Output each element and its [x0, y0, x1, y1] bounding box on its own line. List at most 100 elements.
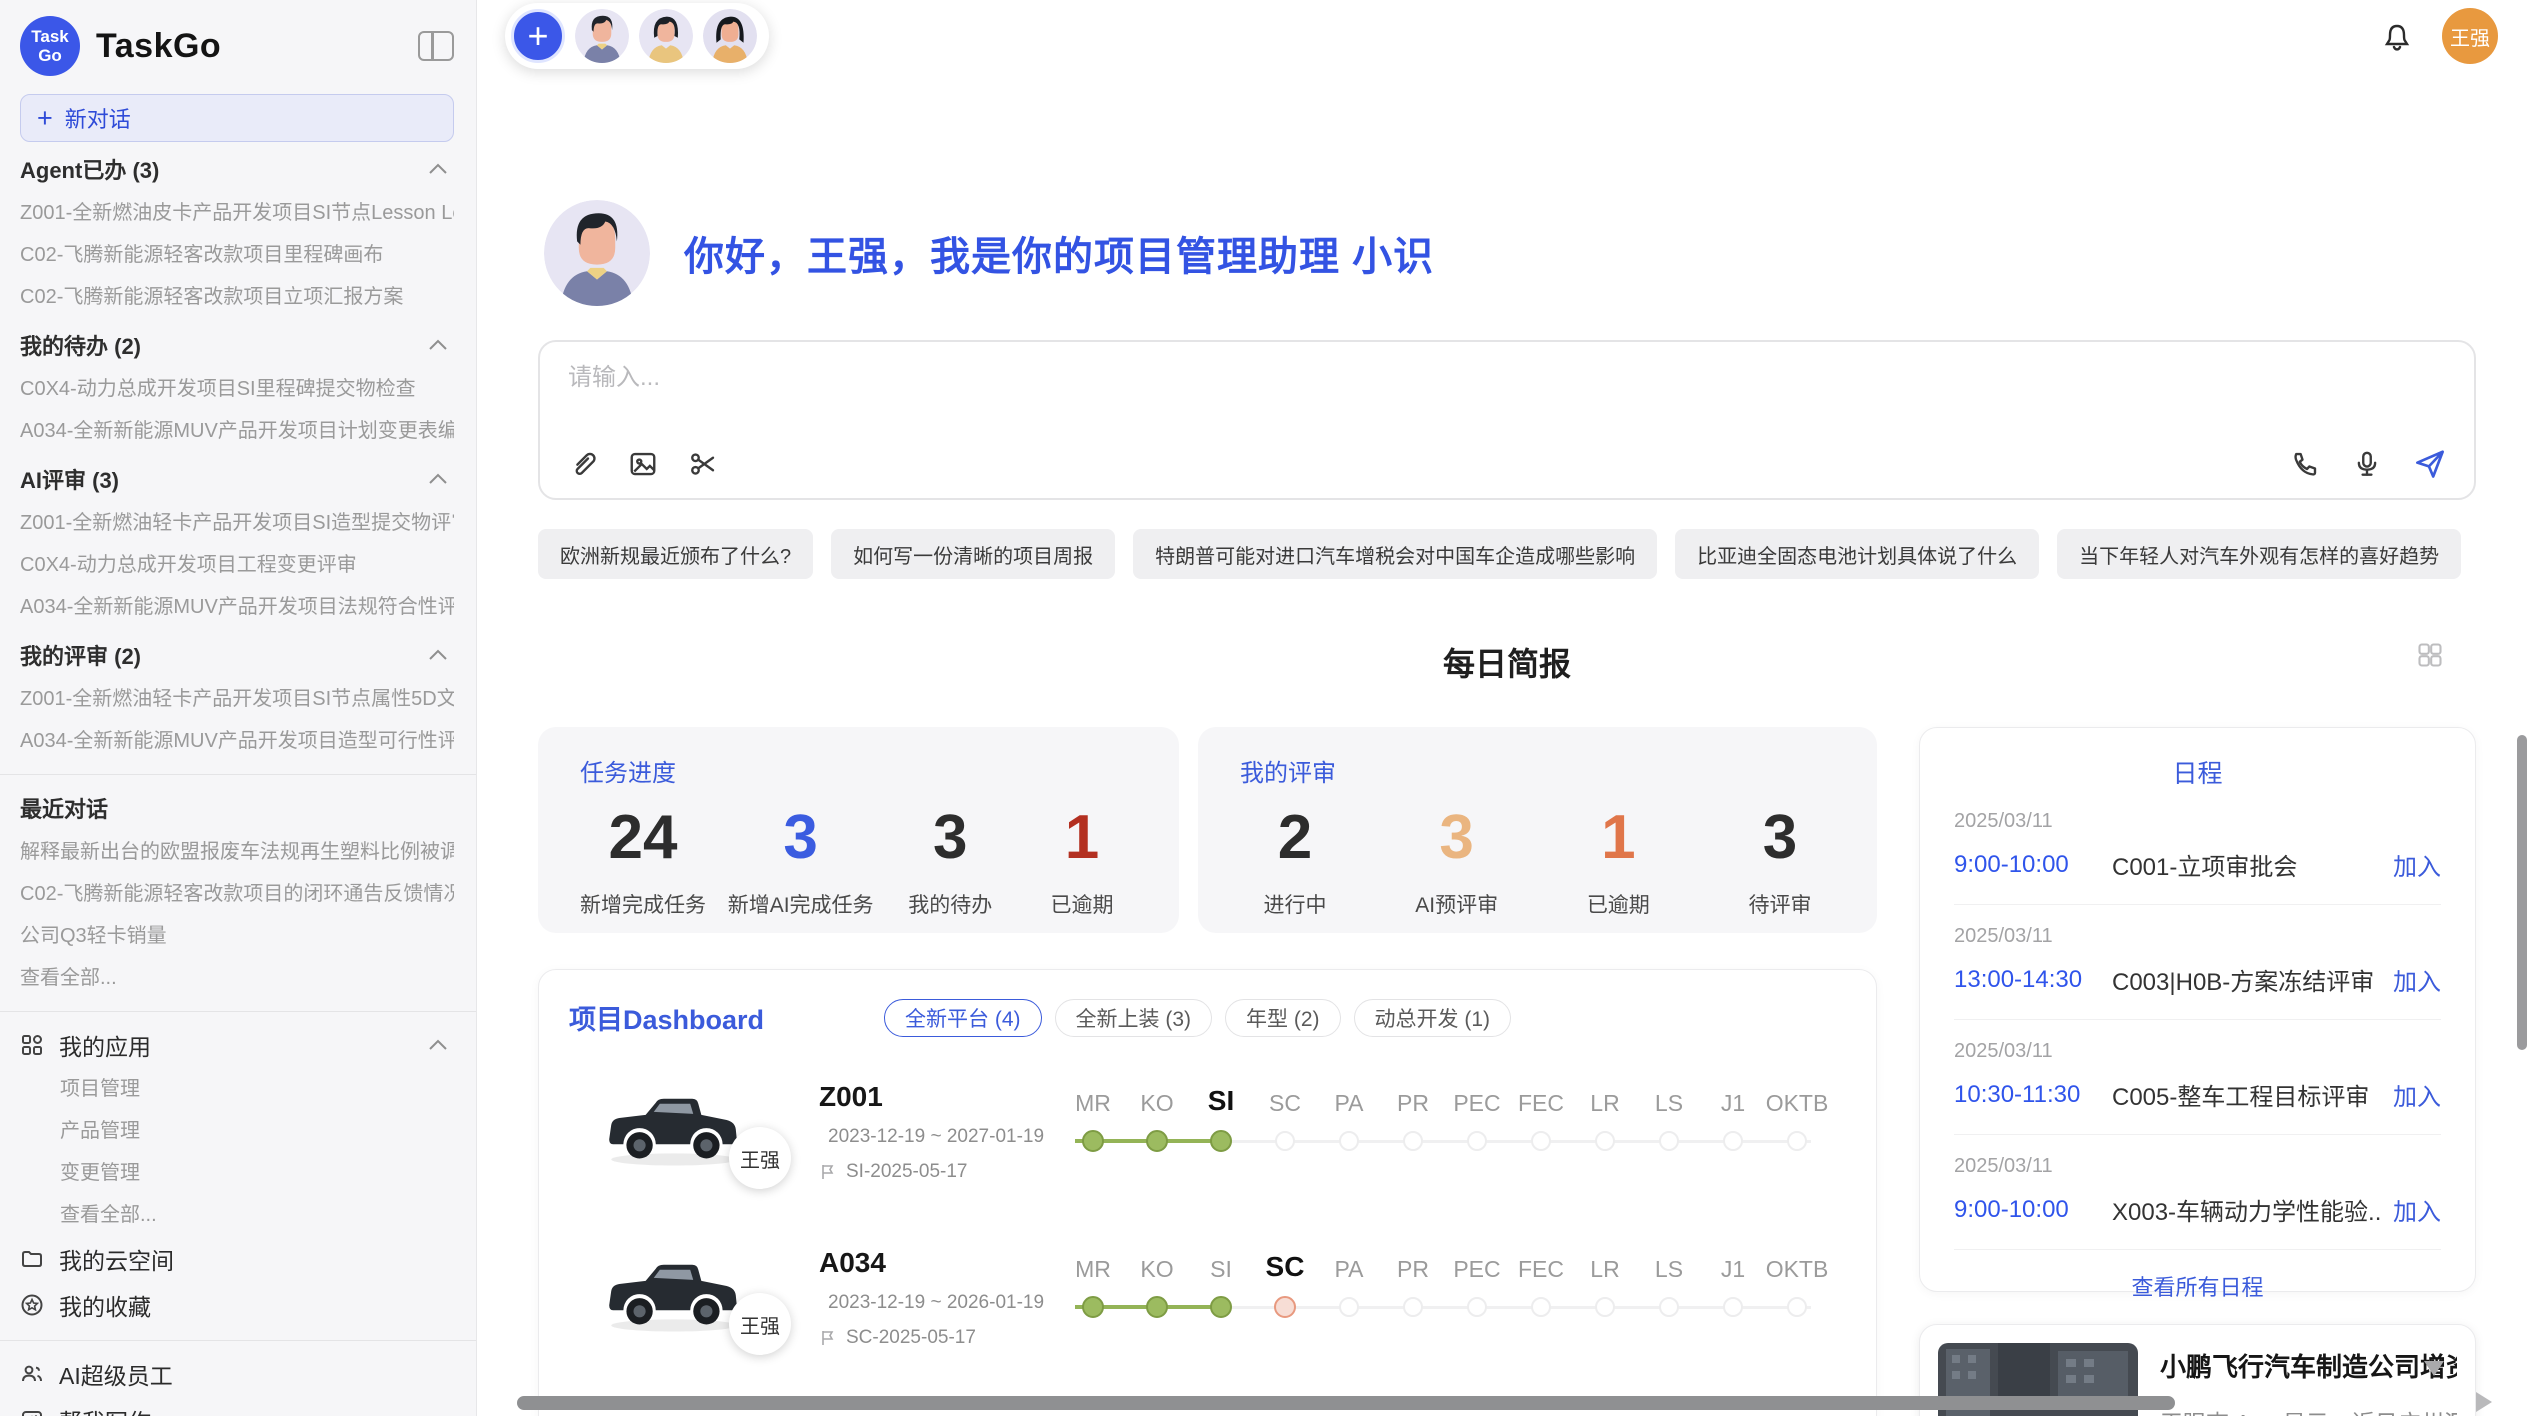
milestone-dot-risk	[1274, 1296, 1296, 1318]
sidebar-item[interactable]: Z001-全新燃油轻卡产品开发项目SI节点属性5D文件评审	[20, 678, 454, 720]
project-name: Z001	[819, 1081, 1043, 1113]
milestone-labels: MR KO SI SC PA PR PEC FEC LR LS	[1061, 1083, 1829, 1117]
recent-chat-item[interactable]: C02-飞腾新能源轻客改款项目的闭环通告反馈情况	[20, 873, 454, 915]
attach-icon[interactable]	[568, 449, 598, 479]
microphone-icon[interactable]	[2352, 449, 2382, 479]
sidebar-item-cloud[interactable]: 我的云空间	[20, 1236, 454, 1282]
tab-body[interactable]: 全新上装 (3)	[1055, 999, 1213, 1037]
sidebar-item[interactable]: A034-全新新能源MUV产品开发项目计划变更表编写	[20, 410, 454, 452]
stat: 3 我的待办	[895, 802, 1005, 919]
milestone-dot	[1467, 1131, 1487, 1151]
suggestion-chip[interactable]: 如何写一份清晰的项目周报	[831, 529, 1115, 579]
app-link-project[interactable]: 项目管理	[20, 1068, 454, 1110]
sidebar-section-ai-review[interactable]: AI评审 (3)	[20, 456, 454, 502]
milestone-label: J1	[1701, 1256, 1765, 1283]
vertical-scrollbar[interactable]	[2517, 735, 2527, 1050]
sidebar-section-my-todo[interactable]: 我的待办 (2)	[20, 322, 454, 368]
join-link[interactable]: 加入	[2393, 1077, 2441, 1112]
tab-platform[interactable]: 全新平台 (4)	[884, 999, 1042, 1037]
milestone-label: PA	[1317, 1256, 1381, 1283]
scissors-icon[interactable]	[688, 449, 718, 479]
event-title: C005-整车工程目标评审	[2112, 1077, 2381, 1112]
sidebar-item[interactable]: C02-飞腾新能源轻客改款项目立项汇报方案	[20, 276, 454, 318]
sidebar-item[interactable]: C0X4-动力总成开发项目工程变更评审	[20, 544, 454, 586]
stat-label: 已逾期	[1563, 889, 1673, 919]
agent-avatar[interactable]	[575, 9, 629, 63]
horizontal-scrollbar[interactable]	[517, 1396, 2175, 1410]
sidebar-section-agent-done[interactable]: Agent已办 (3)	[20, 146, 454, 192]
schedule-event: 2025/03/11 10:30-11:30 C005-整车工程目标评审 加入	[1954, 1020, 2441, 1135]
suggestion-chip[interactable]: 比亚迪全固态电池计划具体说了什么	[1675, 529, 2039, 579]
suggestion-chip[interactable]: 当下年轻人对汽车外观有怎样的喜好趋势	[2057, 529, 2461, 579]
apps-view-all[interactable]: 查看全部...	[20, 1194, 454, 1236]
milestone-label: PR	[1381, 1256, 1445, 1283]
sidebar-item[interactable]: C0X4-动力总成开发项目SI里程碑提交物检查	[20, 368, 454, 410]
project-row[interactable]: 王强 Z001 2023-12-19 ~ 2027-01-19	[569, 1071, 1846, 1183]
stat-value: 2	[1240, 802, 1350, 873]
app-title: TaskGo	[96, 27, 221, 66]
message-input[interactable]	[568, 364, 1695, 392]
suggestion-chip[interactable]: 特朗普可能对进口汽车增税会对中国车企造成哪些影响	[1133, 529, 1657, 579]
sidebar-item-favorites[interactable]: 我的收藏	[20, 1282, 454, 1328]
scroll-right-arrow[interactable]	[2476, 1392, 2492, 1412]
milestone-label: KO	[1125, 1256, 1189, 1283]
sidebar-section-recent: 最近对话	[20, 785, 454, 831]
event-title: X003-车辆动力学性能验...	[2112, 1192, 2381, 1227]
recent-chat-item[interactable]: 公司Q3轻卡销量	[20, 915, 454, 957]
milestone-label: SI	[1189, 1256, 1253, 1283]
milestone-label: J1	[1701, 1090, 1765, 1117]
join-link[interactable]: 加入	[2393, 962, 2441, 997]
schedule-card: 日程 2025/03/11 9:00-10:00 C001-立项审批会 加入 2…	[1919, 727, 2476, 1292]
sidebar-collapse-icon[interactable]	[418, 31, 454, 61]
sidebar-item[interactable]: C02-飞腾新能源轻客改款项目里程碑画布	[20, 234, 454, 276]
stat: 2 进行中	[1240, 802, 1350, 919]
add-agent-button[interactable]: +	[511, 9, 565, 63]
image-icon[interactable]	[628, 449, 658, 479]
sidebar-section-my-review[interactable]: 我的评审 (2)	[20, 632, 454, 678]
recent-view-all[interactable]: 查看全部...	[20, 957, 454, 999]
send-icon[interactable]	[2414, 448, 2446, 480]
tab-year[interactable]: 年型 (2)	[1225, 999, 1341, 1037]
sidebar-item-writing[interactable]: 帮我写作	[20, 1397, 454, 1416]
view-all-schedule-link[interactable]: 查看所有日程	[1954, 1250, 2441, 1322]
sidebar-item-ai-staff[interactable]: AI超级员工	[20, 1351, 454, 1397]
project-row[interactable]: 王强 A034 2023-12-19 ~ 2026-01-19	[569, 1237, 1846, 1349]
notification-bell-icon[interactable]	[2380, 19, 2414, 53]
logo-row: Task Go TaskGo	[20, 14, 454, 78]
task-progress-card: 任务进度 24 新增完成任务 3 新增AI完成任务	[538, 727, 1179, 933]
suggestion-chip[interactable]: 欧洲新规最近颁布了什么?	[538, 529, 813, 579]
sidebar-item[interactable]: Z001-全新燃油皮卡产品开发项目SI节点Lesson Learn报告	[20, 192, 454, 234]
tab-powertrain[interactable]: 动总开发 (1)	[1354, 999, 1512, 1037]
sidebar: Task Go TaskGo + 新对话 Agent已办 (3) Z001-全新…	[0, 0, 477, 1416]
stat-value: 3	[1725, 802, 1835, 873]
agent-avatar[interactable]	[703, 9, 757, 63]
news-snippet: 天眼查 App 显示，近日广州汇天飞行汽...	[2160, 1404, 2457, 1416]
layout-grid-icon[interactable]	[2416, 641, 2444, 674]
sidebar-item[interactable]: A034-全新新能源MUV产品开发项目法规符合性评审	[20, 586, 454, 628]
project-dates: 2023-12-19 ~ 2026-01-19	[819, 1292, 1043, 1314]
new-chat-button[interactable]: + 新对话	[20, 94, 454, 142]
milestone-dot	[1531, 1297, 1551, 1317]
grid-icon	[20, 1033, 44, 1057]
phone-icon[interactable]	[2290, 449, 2320, 479]
recent-chat-item[interactable]: 解释最新出台的欧盟报废车法规再生塑料比例被调至15%...	[20, 831, 454, 873]
app-link-product[interactable]: 产品管理	[20, 1110, 454, 1152]
milestone-dot	[1339, 1131, 1359, 1151]
sidebar-item-my-apps[interactable]: 我的应用	[20, 1022, 454, 1068]
sidebar-item[interactable]: A034-全新新能源MUV产品开发项目造型可行性评审	[20, 720, 454, 762]
sidebar-item[interactable]: Z001-全新燃油轻卡产品开发项目SI造型提交物评审	[20, 502, 454, 544]
assistant-avatar	[544, 200, 650, 306]
topbar: + 王强	[477, 0, 2532, 72]
left-column: 任务进度 24 新增完成任务 3 新增AI完成任务	[538, 727, 1877, 1416]
milestone-label: PEC	[1445, 1090, 1509, 1117]
join-link[interactable]: 加入	[2393, 847, 2441, 882]
agent-avatar[interactable]	[639, 9, 693, 63]
join-link[interactable]: 加入	[2393, 1192, 2441, 1227]
news-title: 小鹏飞行汽车制造公司增资	[2160, 1347, 2457, 1384]
composer-toolbar	[568, 448, 2446, 480]
user-avatar[interactable]: 王强	[2442, 8, 2498, 64]
app-link-change[interactable]: 变更管理	[20, 1152, 454, 1194]
event-time: 9:00-10:00	[1954, 851, 2112, 879]
milestone-dot	[1659, 1131, 1679, 1151]
scroll-down-arrow[interactable]	[2424, 1361, 2444, 1376]
